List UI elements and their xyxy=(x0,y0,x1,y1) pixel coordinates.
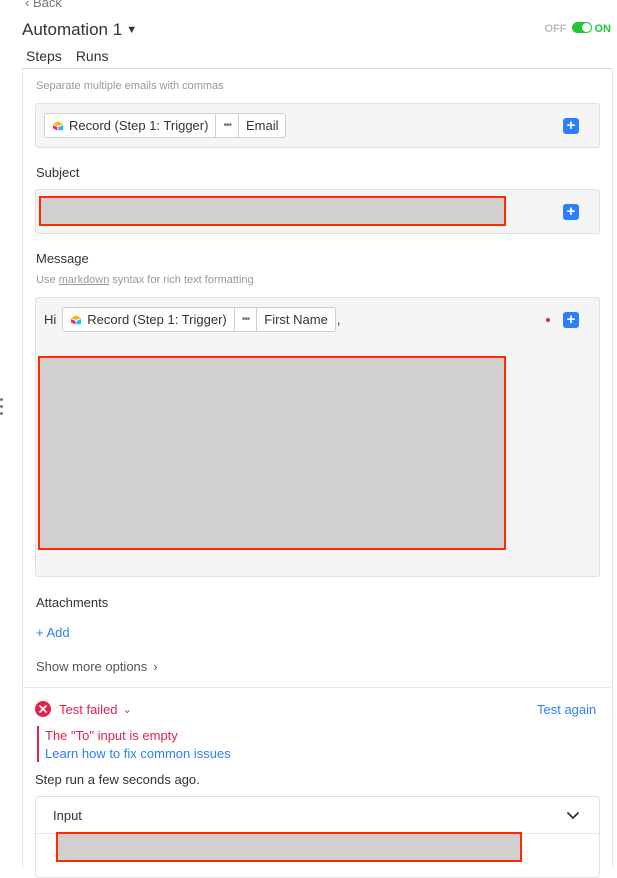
add-token-plus-icon[interactable]: + xyxy=(563,118,579,134)
section-divider xyxy=(23,687,611,688)
automation-name: Automation 1 xyxy=(22,20,123,39)
toggle-on-label: ON xyxy=(594,23,612,35)
add-token-plus-icon[interactable]: + xyxy=(563,204,579,220)
redacted-block xyxy=(38,356,506,550)
token-source: Record (Step 1: Trigger) xyxy=(45,114,217,137)
run-time-text: Step run a few seconds ago. xyxy=(35,772,200,787)
subject-label: Subject xyxy=(36,165,80,180)
chevron-right-icon: › xyxy=(153,659,158,674)
first-name-token[interactable]: Record (Step 1: Trigger) ••• First Name xyxy=(62,307,336,332)
chevron-down-icon: ⌄ xyxy=(122,703,132,716)
error-circle-icon xyxy=(35,701,51,717)
subject-field[interactable]: + xyxy=(35,189,600,234)
input-section: Input xyxy=(35,796,600,878)
airtable-logo-icon xyxy=(53,121,63,130)
panel-resize-handle[interactable] xyxy=(0,398,4,420)
unsaved-dot-icon xyxy=(546,318,550,322)
message-hint-prefix: Use xyxy=(36,274,59,286)
error-bar xyxy=(37,726,39,762)
to-field-hint: Separate multiple emails with commas xyxy=(36,80,224,92)
toggle-off-label: OFF xyxy=(544,23,567,35)
show-more-label: Show more options xyxy=(36,659,148,674)
test-again-button[interactable]: Test again xyxy=(537,702,596,717)
markdown-link[interactable]: markdown xyxy=(59,274,110,286)
message-field[interactable]: Hi Record (Step 1: Trigger) ••• First Na… xyxy=(35,297,600,577)
input-section-label: Input xyxy=(53,808,82,823)
show-more-options[interactable]: Show more options › xyxy=(36,659,158,674)
error-message: The "To" input is empty xyxy=(45,728,178,743)
token-field-label: First Name xyxy=(264,312,328,327)
message-comma: , xyxy=(336,312,341,327)
to-field[interactable]: Record (Step 1: Trigger) ••• Email + xyxy=(35,103,600,148)
message-hint-suffix: syntax for rich text formatting xyxy=(109,274,254,286)
to-token[interactable]: Record (Step 1: Trigger) ••• Email xyxy=(44,113,287,138)
attachments-label: Attachments xyxy=(36,595,109,610)
caret-down-icon[interactable]: ▼ xyxy=(126,24,137,36)
toggle-switch-icon[interactable] xyxy=(571,22,592,33)
message-hint: Use markdown syntax for rich text format… xyxy=(36,274,254,286)
token-more-icon[interactable]: ••• xyxy=(235,308,258,331)
automation-title[interactable]: Automation 1 ▼ xyxy=(22,20,137,40)
redacted-block xyxy=(39,196,506,226)
token-more-icon[interactable]: ••• xyxy=(216,114,239,137)
token-source-label: Record (Step 1: Trigger) xyxy=(87,312,227,327)
airtable-logo-icon xyxy=(71,315,82,324)
message-label: Message xyxy=(36,251,89,266)
token-source: Record (Step 1: Trigger) xyxy=(63,308,235,331)
test-status[interactable]: Test failed ⌄ xyxy=(35,701,132,717)
tab-runs[interactable]: Runs xyxy=(72,46,113,70)
back-link[interactable]: ‹ Back xyxy=(25,0,62,10)
add-attachment-button[interactable]: + Add xyxy=(36,625,70,640)
add-token-plus-icon[interactable]: + xyxy=(563,312,579,328)
test-status-label: Test failed xyxy=(59,701,118,717)
token-field-label: Email xyxy=(245,118,279,133)
help-link[interactable]: Learn how to fix common issues xyxy=(45,746,231,761)
redacted-block xyxy=(56,832,522,862)
token-source-label: Record (Step 1: Trigger) xyxy=(69,118,209,133)
chevron-down-icon[interactable] xyxy=(567,812,579,820)
automation-toggle[interactable]: OFF ON xyxy=(544,22,612,35)
message-greeting: Hi xyxy=(44,312,57,327)
